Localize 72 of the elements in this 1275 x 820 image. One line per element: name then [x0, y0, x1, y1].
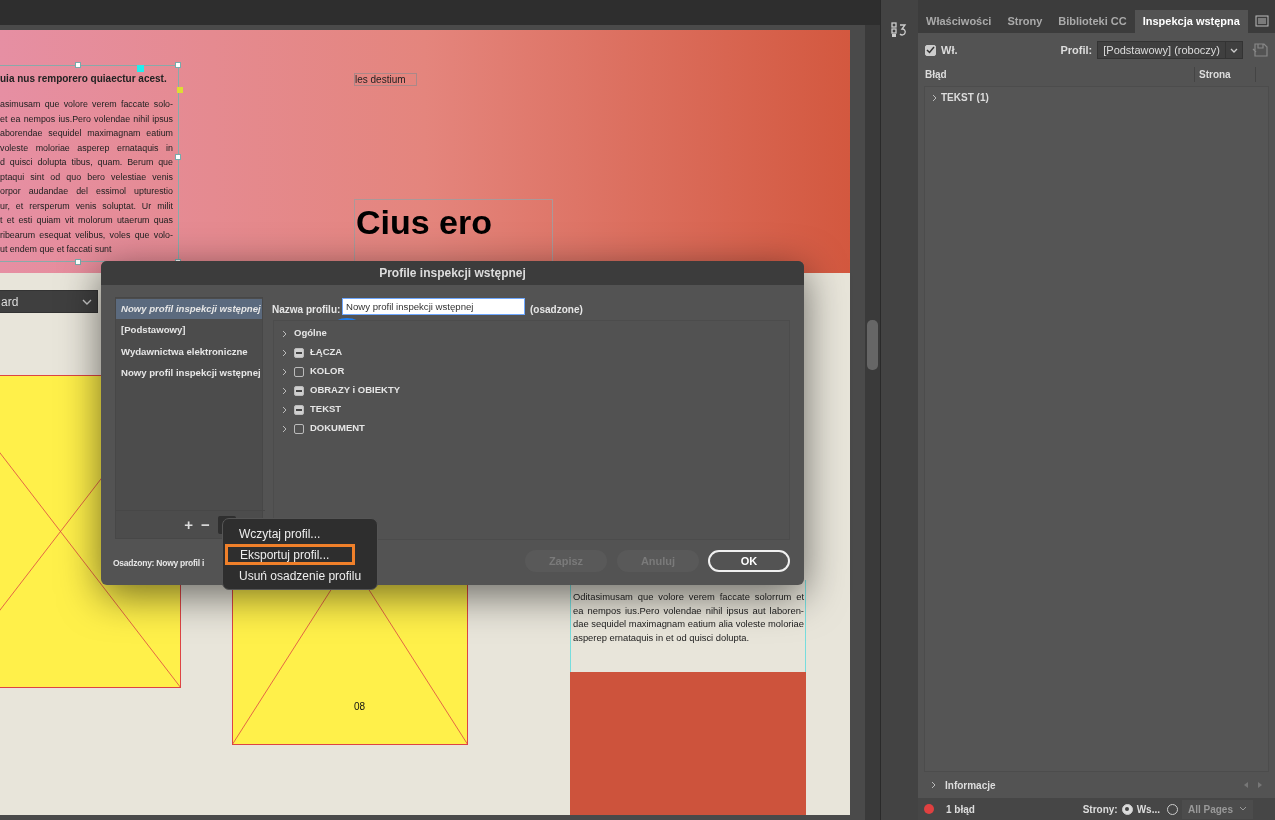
chevron-right-icon[interactable]	[930, 781, 937, 789]
profile-select[interactable]: [Podstawowy] (roboczy)	[1097, 41, 1243, 59]
menu-item[interactable]: Usuń osadzenie profilu	[225, 565, 375, 586]
category-checkbox[interactable]	[294, 385, 304, 396]
pages-icon[interactable]	[891, 22, 909, 38]
frame-handle[interactable]	[175, 62, 181, 68]
menu-item[interactable]: Wczytaj profil...	[225, 523, 355, 544]
category-checkbox[interactable]	[294, 404, 304, 415]
category-checkbox[interactable]	[294, 366, 304, 377]
dropdown-value: ard	[0, 293, 20, 311]
embedded-label: Osadzony: Nowy profil i	[113, 557, 205, 570]
name-label: Nazwa profilu:	[272, 303, 341, 317]
chevron-down-icon	[1229, 46, 1239, 54]
dialog-title: Profile inspekcji wstępnej	[101, 261, 804, 285]
on-label: Wł.	[941, 42, 958, 58]
frame-handle[interactable]	[177, 87, 183, 93]
info-label: Informacje	[945, 778, 997, 793]
category-label: TEKST	[310, 402, 342, 417]
title-text: Cius ero	[356, 202, 493, 242]
chevron-right-icon[interactable]	[282, 386, 288, 395]
column-header: Strona	[1194, 67, 1256, 82]
profile-item[interactable]: Nowy profil inspekcji wstępnej	[116, 299, 262, 320]
profile-item[interactable]: Nowy profil inspekcji wstępnej	[116, 363, 262, 384]
chevron-down-icon	[1239, 806, 1247, 812]
chevron-right-icon[interactable]	[282, 367, 288, 376]
status-text: 1 błąd	[946, 802, 976, 817]
style-dropdown[interactable]: ard	[0, 290, 98, 313]
category-label: Ogólne	[294, 326, 327, 341]
radio-label: Ws...	[1136, 802, 1160, 817]
category-checkbox[interactable]	[294, 347, 304, 358]
category-label: OBRAZY i OBIEKTY	[310, 383, 401, 398]
heading-text: uia nus remporero quiaectur acest.	[0, 72, 167, 86]
profile-label: Profil:	[1060, 42, 1093, 58]
scrollbar-thumb[interactable]	[867, 320, 878, 370]
panel-menu-icon[interactable]	[1255, 15, 1269, 27]
error-row[interactable]: TEKST (1)	[931, 90, 1262, 105]
error-dot-icon	[924, 804, 934, 814]
pages-label: Strony:	[1082, 802, 1118, 817]
page-radio[interactable]	[1121, 803, 1133, 815]
column-paragraph: Oditasimusam que volore verem faccate solorrum et ea nempos ius.Pero volendae nihil ipsus aut laboren- dae sequidel maximagnam eatium alia voleste moloriae asperep ernataquis in et od quisci dolupta.	[573, 590, 804, 644]
panel-tab[interactable]: Biblioteki CC	[1050, 10, 1135, 33]
caption-text: les destium	[354, 73, 417, 86]
dialog-button[interactable]: OK	[708, 550, 790, 572]
add-button[interactable]: +	[184, 513, 193, 537]
panel-tab[interactable]: Strony	[999, 10, 1051, 33]
page-number: 08	[354, 700, 366, 714]
panel-tab[interactable]: Inspekcja wstępna	[1134, 10, 1248, 33]
profile-item[interactable]: [Podstawowy]	[116, 320, 262, 341]
frame-handle[interactable]	[175, 154, 181, 160]
category-checkbox[interactable]	[294, 423, 304, 434]
category-label: DOKUMENT	[310, 421, 365, 436]
remove-button[interactable]: −	[201, 513, 210, 537]
chevron-icon[interactable]	[931, 93, 938, 102]
check-icon	[926, 46, 935, 54]
chevron-right-icon[interactable]	[282, 348, 288, 357]
menu-item[interactable]: Eksportuj profil...	[225, 544, 355, 565]
on-checkbox[interactable]	[925, 44, 936, 56]
chevron-right-icon[interactable]	[282, 424, 288, 433]
frame-handle[interactable]	[137, 65, 144, 72]
profile-name-field[interactable]: Nowy profil inspekcji wstępnej	[342, 298, 525, 315]
chevron-right-icon[interactable]	[282, 405, 288, 414]
chevron-down-icon	[81, 297, 93, 306]
panel-tab[interactable]: Właściwości	[918, 10, 1000, 33]
category-label: KOLOR	[310, 364, 345, 379]
body-paragraph: asimusam que volore verem faccate solo- et ea nempos ius.Pero volendae nihil ipsus aborendae sequidel maximagnam eatium voleste moloriae asperep ernataquis in d quisci dolupta tibus, quam. Berum que ptaqui sint od quo bero velestiae venis orpor audandae del essimol upturestio ur, et rersperum venis soluptat. Ur milit t et esti quiam vit molorum utaerum quas ribearum esequat velibus, voles que volo- ut endem que et faccati sunt	[0, 98, 173, 256]
category-label: ŁĄCZA	[310, 345, 343, 360]
embedded-note: (osadzone)	[530, 303, 583, 317]
column-header: Błąd	[925, 68, 948, 82]
profile-item[interactable]: Wydawnictwa elektroniczne	[116, 341, 262, 363]
chevron-right-icon[interactable]	[282, 329, 288, 338]
frame-handle[interactable]	[75, 62, 81, 68]
frame-handle[interactable]	[75, 259, 81, 265]
